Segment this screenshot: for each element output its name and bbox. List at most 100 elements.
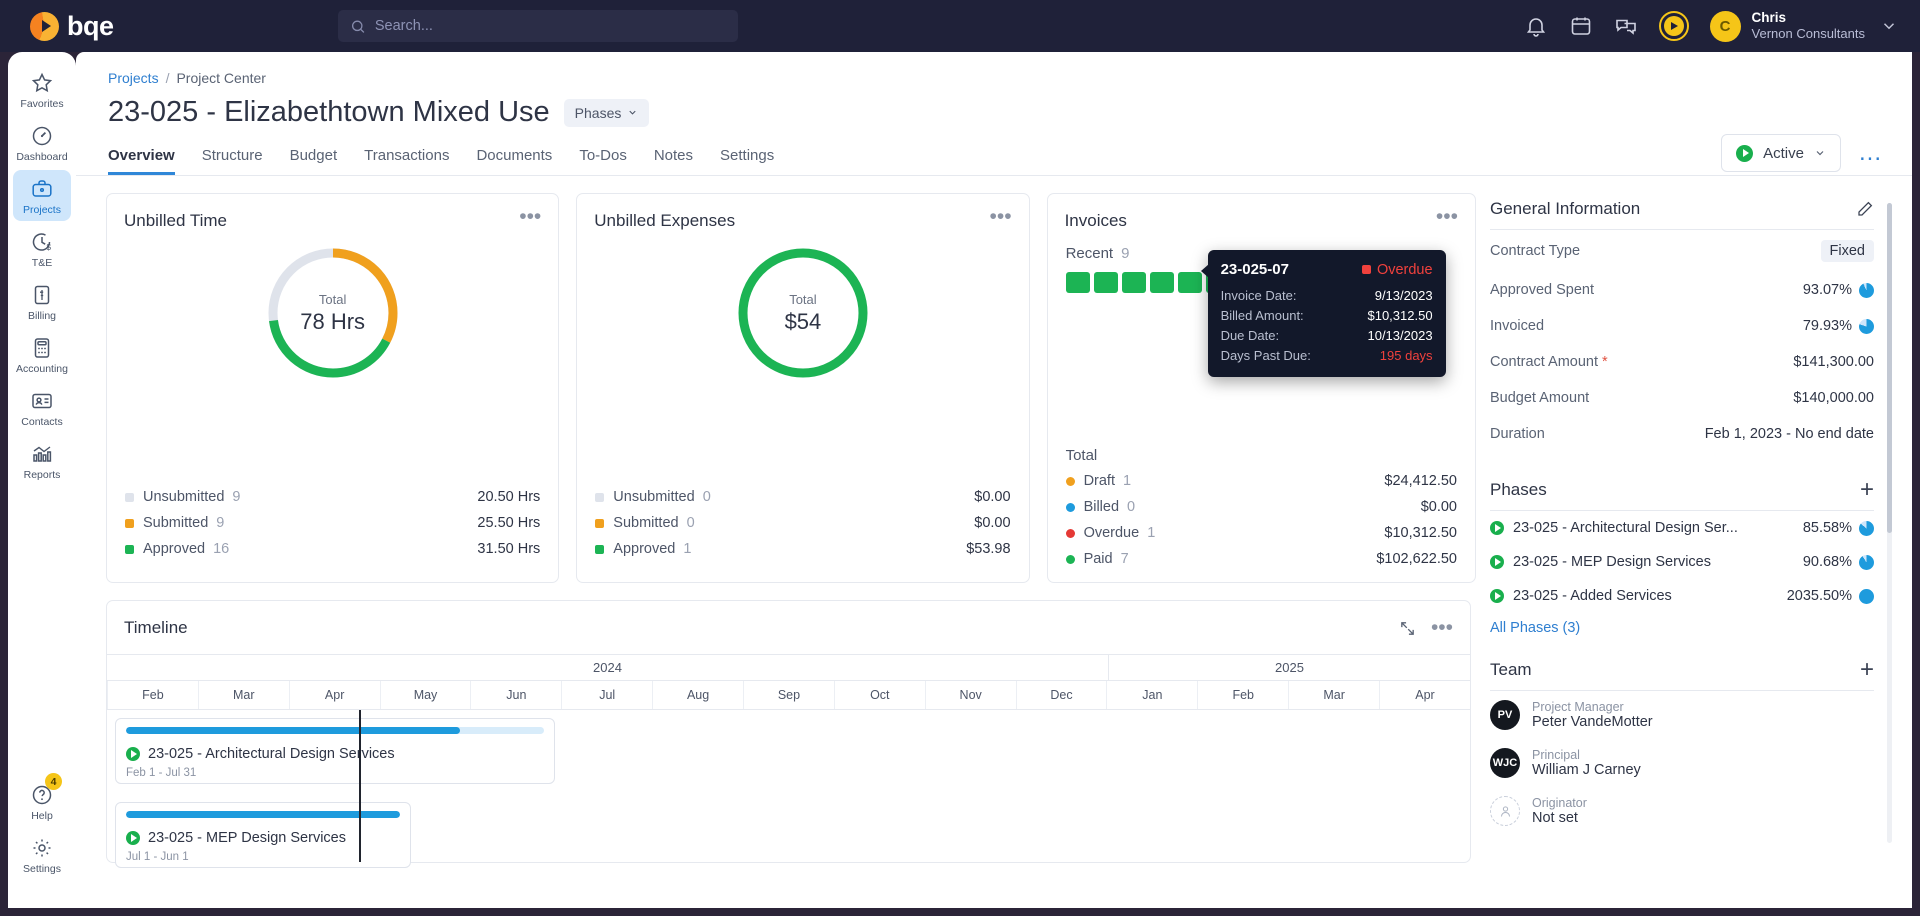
right-sidebar: General Information Contract Type Fixed … (1476, 193, 1896, 863)
sidebar-item-billing[interactable]: Billing (13, 276, 71, 327)
legend-row: Unsubmitted 0 $0.00 (595, 484, 1011, 510)
tab-budget[interactable]: Budget (290, 147, 338, 175)
timeline-bar-row[interactable]: 23-025 - Architectural Design Services F… (115, 718, 555, 784)
info-row-approved-spent: Approved Spent 93.07% (1490, 272, 1874, 308)
invoice-chip[interactable] (1093, 272, 1118, 293)
tab-transactions[interactable]: Transactions (364, 147, 449, 175)
invoice-chip[interactable] (1149, 272, 1174, 293)
breadcrumb-projects[interactable]: Projects (108, 70, 159, 86)
team-member-name: William J Carney (1532, 762, 1641, 778)
tab-notes[interactable]: Notes (654, 147, 693, 175)
contact-card-icon (32, 393, 52, 409)
timeline-year: 2025 (1108, 655, 1470, 680)
timeline-month: Jun (470, 681, 561, 709)
legend-count: 0 (702, 489, 711, 505)
tooltip-key: Invoice Date: (1220, 287, 1297, 303)
legend-row: Approved 1 $53.98 (595, 536, 1011, 562)
tooltip-key: Billed Amount: (1220, 307, 1304, 323)
bell-icon[interactable] (1524, 14, 1548, 38)
recent-count: 9 (1121, 245, 1130, 262)
unbilled-time-donut: Total 78 Hrs (107, 231, 558, 381)
sidebar-scrollbar[interactable] (1887, 203, 1892, 843)
calculator-icon (34, 338, 50, 358)
team-member-name: Not set (1532, 810, 1578, 826)
tab-settings[interactable]: Settings (720, 147, 774, 175)
more-actions-button[interactable]: ... (1859, 141, 1882, 165)
tooltip-key: Days Past Due: (1220, 347, 1311, 363)
bqe-logo-icon (30, 11, 59, 41)
user-menu[interactable]: Chris Vernon Consultants (1752, 10, 1865, 42)
info-key: Invoiced (1490, 318, 1545, 334)
legend-swatch (1065, 476, 1075, 486)
legend-row: Submitted 9 25.50 Hrs (125, 510, 540, 536)
sidebar-item-dashboard[interactable]: Dashboard (13, 117, 71, 168)
kebab-icon[interactable]: ••• (990, 206, 1012, 226)
svg-text:$: $ (47, 243, 52, 252)
sidebar-item-projects[interactable]: Projects (13, 170, 71, 221)
all-phases-link[interactable]: All Phases (3) (1490, 613, 1874, 640)
info-value: 79.93% (1802, 318, 1852, 334)
info-value: Fixed (1820, 240, 1874, 262)
sidebar-item-te[interactable]: $ T&E (13, 223, 71, 274)
tab-to-dos[interactable]: To-Dos (579, 147, 627, 175)
timeline-month: Mar (197, 681, 289, 709)
kebab-icon[interactable]: ••• (1436, 206, 1458, 226)
chevron-down-icon[interactable] (1880, 17, 1898, 35)
tooltip-status-label: Overdue (1376, 261, 1433, 278)
tab-structure[interactable]: Structure (202, 147, 263, 175)
phase-percent: 2035.50% (1786, 588, 1852, 604)
kebab-icon[interactable]: ••• (519, 206, 541, 226)
team-member-row[interactable]: WJC Principal William J Carney (1490, 739, 1874, 787)
bqe-logo[interactable]: bqe (30, 11, 114, 42)
bqe-logo-text: bqe (67, 10, 114, 41)
search-input[interactable] (374, 18, 726, 34)
invoice-chip[interactable] (1065, 272, 1090, 293)
invoice-chip[interactable] (1121, 272, 1146, 293)
search-box[interactable] (338, 10, 738, 42)
phases-dropdown-button[interactable]: Phases (563, 98, 650, 127)
tab-overview[interactable]: Overview (108, 147, 175, 175)
legend-value: $0.00 (974, 489, 1011, 505)
phase-row[interactable]: 23-025 - Architectural Design Ser... 85.… (1490, 511, 1874, 545)
avatar[interactable]: C (1709, 10, 1741, 42)
legend-swatch (1065, 554, 1075, 564)
project-status-button[interactable]: Active (1721, 134, 1841, 172)
phases-dropdown-label: Phases (574, 104, 622, 121)
invoice-tooltip: 23-025-07 Overdue Invoice Date: 9/13/202… (1200, 250, 1446, 377)
sidebar-item-help[interactable]: 4 Help (13, 773, 71, 827)
timeline-month: Apr (1379, 681, 1470, 709)
info-value: 93.07% (1802, 282, 1852, 298)
timer-record-icon[interactable] (1658, 11, 1689, 41)
info-row-duration: Duration Feb 1, 2023 - No end date (1490, 416, 1874, 452)
sidebar-item-settings[interactable]: Settings (13, 829, 71, 880)
team-member-row[interactable]: Originator Not set (1490, 787, 1874, 835)
timeline-bar-row[interactable]: 23-025 - MEP Design Services Jul 1 - Jun… (115, 802, 411, 868)
team-member-role: Originator (1532, 796, 1587, 810)
invoices-total-label: Total (1065, 447, 1098, 464)
sidebar-item-reports[interactable]: Reports (13, 435, 71, 486)
expand-icon[interactable] (1399, 620, 1416, 637)
chat-icon[interactable] (1614, 14, 1638, 38)
sidebar-item-contacts[interactable]: Contacts (13, 382, 71, 433)
team-member-row[interactable]: PV Project Manager Peter VandeMotter (1490, 691, 1874, 739)
legend-count: 0 (686, 515, 695, 531)
sidebar-item-favorites[interactable]: Favorites (13, 64, 71, 115)
clock-dollar-icon: $ (32, 233, 52, 252)
sidebar-scrollbar-thumb[interactable] (1887, 203, 1892, 533)
breadcrumb-current: Project Center (176, 70, 266, 86)
edit-icon[interactable] (1856, 200, 1874, 218)
add-team-member-button[interactable]: + (1860, 657, 1874, 681)
invoice-chip[interactable] (1177, 272, 1202, 293)
phase-row[interactable]: 23-025 - Added Services 2035.50% (1490, 579, 1874, 613)
legend-row: Overdue 1 $10,312.50 (1065, 520, 1457, 546)
add-phase-button[interactable]: + (1860, 477, 1874, 501)
calendar-icon[interactable] (1569, 14, 1593, 38)
general-information-header: General Information (1490, 193, 1874, 229)
tab-documents[interactable]: Documents (476, 147, 552, 175)
sidebar-item-label: Accounting (16, 363, 68, 375)
info-key: Approved Spent (1490, 282, 1594, 298)
sidebar-item-accounting[interactable]: Accounting (13, 329, 71, 380)
kebab-icon[interactable]: ••• (1431, 618, 1453, 638)
legend-value: $10,312.50 (1384, 525, 1457, 541)
phase-row[interactable]: 23-025 - MEP Design Services 90.68% (1490, 545, 1874, 579)
